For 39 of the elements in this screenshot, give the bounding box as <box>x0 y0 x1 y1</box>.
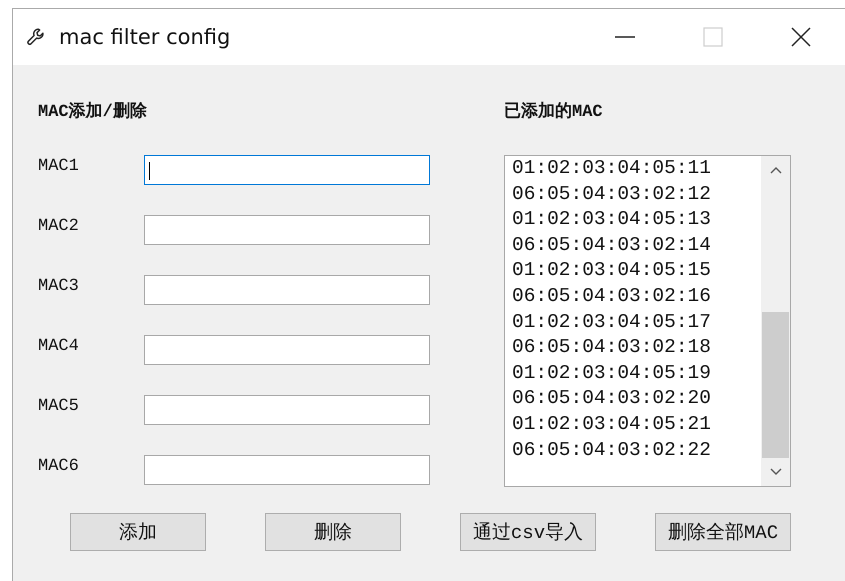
field-label: MAC3 <box>38 276 80 296</box>
list-item[interactable]: 06:05:04:03:02:20 <box>512 386 761 412</box>
list-item[interactable]: 01:02:03:04:05:17 <box>512 310 761 336</box>
text-cursor <box>149 162 150 180</box>
scroll-up-icon[interactable] <box>770 166 782 174</box>
list-item[interactable]: 01:02:03:04:05:19 <box>512 360 761 386</box>
action-button[interactable]: 通过csv导入 <box>460 513 596 551</box>
window-title: mac filter config <box>59 25 230 49</box>
input-field[interactable] <box>144 155 430 185</box>
action-button[interactable]: 删除 <box>265 513 401 551</box>
list-item[interactable]: 06:05:04:03:02:14 <box>512 232 761 258</box>
field-label: MAC6 <box>38 456 80 476</box>
scrollbar[interactable] <box>761 156 790 486</box>
input-field[interactable] <box>144 275 430 305</box>
section-heading: 已添加的MAC <box>504 100 604 123</box>
list-item[interactable]: 01:02:03:04:05:15 <box>512 258 761 284</box>
field-label: MAC5 <box>38 396 80 416</box>
list-item[interactable]: 06:05:04:03:02:12 <box>512 182 761 208</box>
list-item[interactable]: 01:02:03:04:05:21 <box>512 412 761 438</box>
section-heading: MAC添加/删除 <box>38 100 148 123</box>
scrollbar-thumb[interactable] <box>762 312 789 458</box>
list-item[interactable]: 06:05:04:03:02:18 <box>512 335 761 361</box>
input-field[interactable] <box>144 215 430 245</box>
input-field[interactable] <box>144 455 430 485</box>
minimize-icon <box>615 36 635 38</box>
field-label: MAC1 <box>38 156 80 176</box>
close-icon <box>790 26 812 48</box>
list-item[interactable]: 06:05:04:03:02:22 <box>512 438 761 464</box>
input-field[interactable] <box>144 335 430 365</box>
list-item[interactable]: 01:02:03:04:05:11 <box>512 156 761 182</box>
maximize-icon <box>702 26 724 48</box>
list-item[interactable]: 01:02:03:04:05:13 <box>512 207 761 233</box>
action-button[interactable]: 添加 <box>70 513 206 551</box>
input-field[interactable] <box>144 395 430 425</box>
scroll-down-icon[interactable] <box>770 468 782 476</box>
field-label: MAC4 <box>38 336 80 356</box>
action-button[interactable]: 删除全部MAC <box>655 513 791 551</box>
field-label: MAC2 <box>38 216 80 236</box>
list-item[interactable]: 06:05:04:03:02:16 <box>512 284 761 310</box>
